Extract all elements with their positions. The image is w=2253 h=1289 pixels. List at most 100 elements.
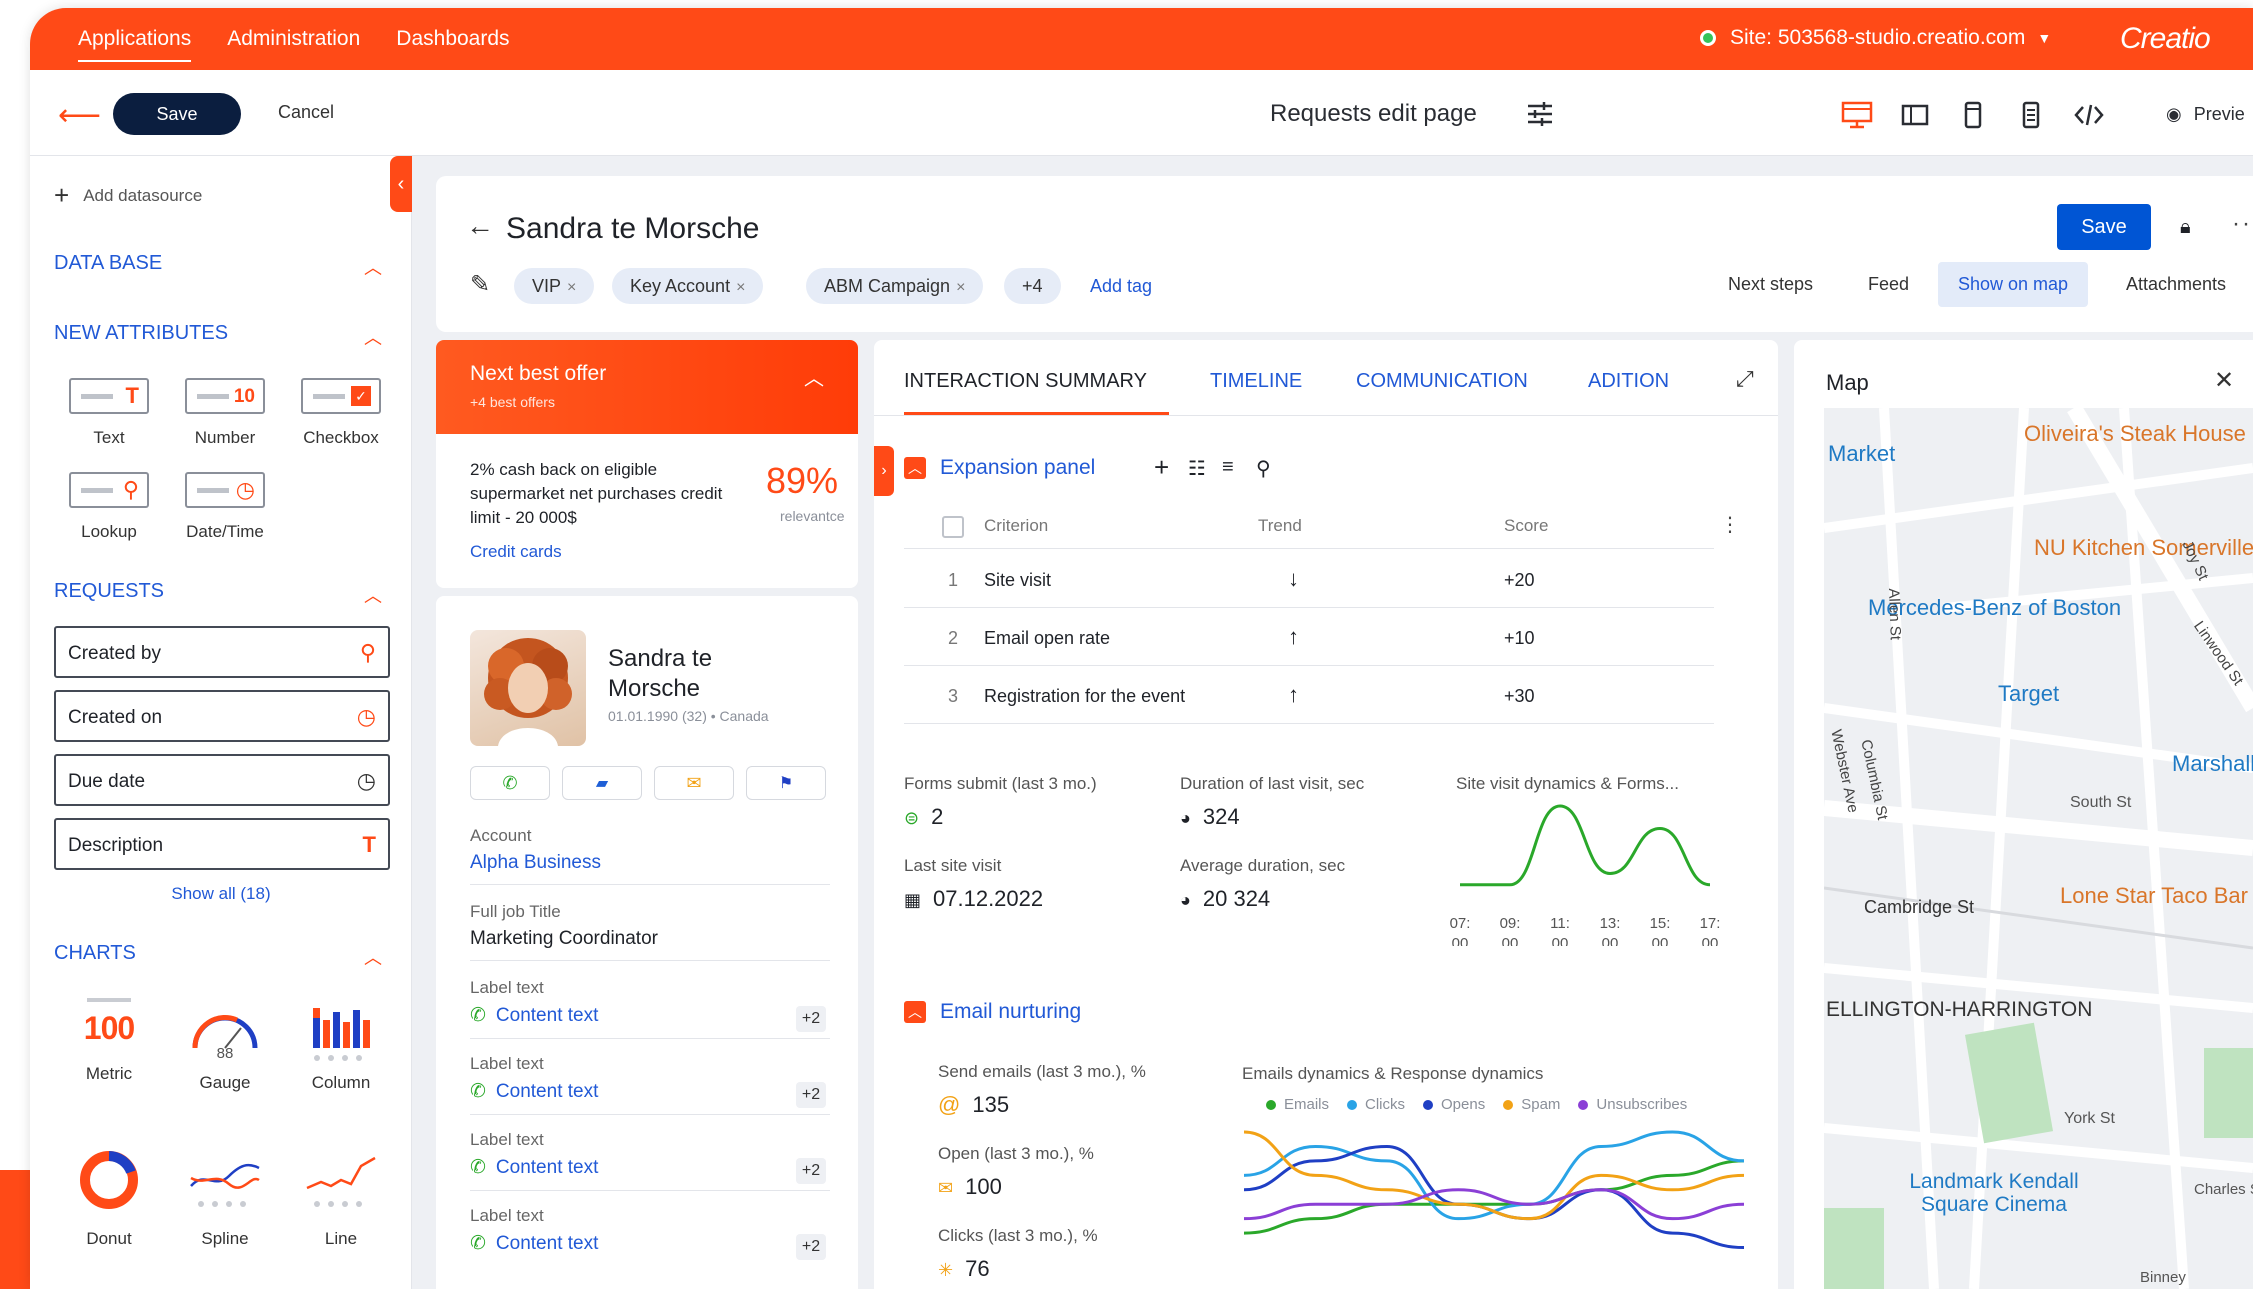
chart-line[interactable]: Line (286, 1146, 396, 1249)
sliders-icon[interactable] (1526, 100, 1554, 128)
nbo-header[interactable]: Next best offer +4 best offers ︿ (436, 340, 858, 434)
call-button[interactable]: ✆ (470, 766, 550, 800)
tag-vip[interactable]: VIP × (514, 268, 595, 304)
tab-feed[interactable]: Feed (1868, 274, 1909, 295)
email-button[interactable]: ✉ (654, 766, 734, 800)
attr-text[interactable]: T Text (54, 378, 164, 448)
cancel-button[interactable]: Cancel (246, 102, 366, 123)
tab-adition[interactable]: ADITION (1588, 370, 1669, 393)
expand-side-handle[interactable]: › (874, 446, 894, 496)
more-badge[interactable]: +2 (796, 1234, 826, 1260)
section-new-attributes[interactable]: NEW ATTRIBUTES (54, 322, 228, 345)
content-link[interactable]: ✆ Content text (470, 1004, 598, 1027)
account-link[interactable]: Alpha Business (470, 852, 601, 874)
chat-button[interactable]: ▰ (562, 766, 642, 800)
table-row[interactable]: 3 Registration for the event ↑ +30 (904, 666, 1714, 724)
desktop-view-icon[interactable] (1840, 98, 1874, 132)
chevron-up-icon[interactable]: ︿ (364, 582, 382, 608)
chevron-up-icon[interactable]: ︿ (364, 944, 382, 970)
back-arrow-icon[interactable]: ⟵ (58, 98, 101, 133)
select-all-checkbox[interactable] (942, 516, 964, 538)
map-view[interactable]: Oliveira's Steak House Market NU Kitchen S… (1824, 408, 2253, 1289)
expand-icon[interactable]: ⤢ (1736, 366, 1754, 392)
more-badge[interactable]: +2 (796, 1006, 826, 1032)
table-row[interactable]: 1 Site visit ↓ +20 (904, 550, 1714, 608)
content-link[interactable]: ✆ Content text (470, 1080, 598, 1103)
back-arrow-icon[interactable]: ← (466, 210, 494, 242)
col-trend[interactable]: Trend (1258, 516, 1302, 536)
col-criterion[interactable]: Criterion (984, 516, 1048, 536)
field-label: Description (68, 835, 164, 856)
nav-applications[interactable]: Applications (60, 8, 209, 70)
tablet-portrait-icon[interactable] (1956, 98, 1990, 132)
chart-metric[interactable]: 100 Metric (54, 998, 164, 1084)
attr-checkbox[interactable]: ✓ Checkbox (286, 378, 396, 448)
save-button[interactable]: Save (113, 93, 241, 135)
chevron-up-icon[interactable]: ︿ (804, 362, 824, 391)
record-save-button[interactable]: Save (2057, 204, 2151, 250)
tablet-landscape-icon[interactable] (1898, 98, 1932, 132)
pen-icon[interactable]: ✎ (470, 270, 490, 299)
tab-show-on-map[interactable]: Show on map (1938, 262, 2089, 307)
mobile-view-icon[interactable] (2014, 98, 2048, 132)
sliders-icon[interactable]: ☷ (1188, 456, 1206, 481)
more-options-icon[interactable]: ··· (2232, 210, 2253, 238)
nbo-subtitle: +4 best offers (470, 394, 555, 410)
field-due-date[interactable]: Due date ◷ (54, 754, 390, 806)
add-tag-link[interactable]: Add tag (1090, 276, 1152, 297)
content-link[interactable]: ✆ Content text (470, 1232, 598, 1255)
x-tick-label: 00 (1452, 935, 1469, 946)
chevron-up-icon[interactable]: ︿ (364, 254, 382, 280)
site-selector[interactable]: Site: 503568-studio.creatio.com ▼ (1700, 26, 2051, 50)
add-datasource-button[interactable]: + Add datasource (54, 180, 202, 211)
preview-button[interactable]: ◉ Previe (2166, 104, 2245, 125)
send-emails-value: @135 (938, 1092, 1010, 1117)
flag-button[interactable]: ⚑ (746, 766, 826, 800)
attr-datetime[interactable]: ◷ Date/Time (170, 472, 280, 542)
x-tick-label: 17: (1700, 915, 1720, 932)
tab-timeline[interactable]: TIMELINE (1210, 370, 1302, 393)
attr-number[interactable]: 10 Number (170, 378, 280, 448)
tag-more[interactable]: +4 (1004, 268, 1061, 304)
chart-spline[interactable]: Spline (170, 1146, 280, 1249)
nbo-link[interactable]: Credit cards (470, 542, 562, 562)
email-nurturing-title[interactable]: Email nurturing (940, 1000, 1081, 1024)
section-charts[interactable]: CHARTS (54, 942, 136, 965)
field-created-on[interactable]: Created on ◷ (54, 690, 390, 742)
plus-icon[interactable]: + (1154, 452, 1169, 483)
more-badge[interactable]: +2 (796, 1158, 826, 1184)
nav-administration[interactable]: Administration (209, 8, 378, 70)
more-vertical-icon[interactable]: ⋮ (1720, 512, 1740, 537)
tab-interaction-summary[interactable]: INTERACTION SUMMARY (904, 370, 1147, 393)
show-all-link[interactable]: Show all (18) (30, 884, 412, 904)
chart-donut[interactable]: Donut (54, 1146, 164, 1249)
close-icon: × (567, 279, 577, 296)
close-icon[interactable]: ✕ (2214, 366, 2234, 395)
expansion-panel-title[interactable]: Expansion panel (940, 456, 1095, 480)
content-link[interactable]: ✆ Content text (470, 1156, 598, 1179)
collapse-panel-icon[interactable]: ︿ (904, 457, 926, 479)
tab-communication[interactable]: COMMUNICATION (1356, 370, 1528, 393)
filter-icon[interactable]: ≡ (1222, 456, 1234, 479)
more-badge[interactable]: +2 (796, 1082, 826, 1108)
collapse-left-panel-button[interactable]: ‹ (390, 156, 412, 212)
table-row[interactable]: 2 Email open rate ↑ +10 (904, 608, 1714, 666)
tab-next-steps[interactable]: Next steps (1728, 274, 1813, 295)
tag-key-account[interactable]: Key Account × (612, 268, 764, 304)
nav-dashboards[interactable]: Dashboards (378, 8, 527, 70)
chart-gauge[interactable]: 88 Gauge (170, 998, 280, 1093)
field-created-by[interactable]: Created by ⚲ (54, 626, 390, 678)
tag-abm-campaign[interactable]: ABM Campaign × (806, 268, 984, 304)
tab-attachments[interactable]: Attachments (2126, 274, 2226, 295)
chart-column[interactable]: Column (286, 998, 396, 1093)
lock-icon[interactable]: 🔒︎ (2180, 216, 2191, 239)
col-score[interactable]: Score (1504, 516, 1548, 536)
attr-lookup[interactable]: ⚲ Lookup (54, 472, 164, 542)
search-icon[interactable]: ⚲ (1256, 456, 1271, 481)
collapse-panel-icon[interactable]: ︿ (904, 1001, 926, 1023)
section-database[interactable]: DATA BASE (54, 252, 162, 275)
field-description[interactable]: Description T (54, 818, 390, 870)
code-icon[interactable] (2072, 98, 2106, 132)
chevron-up-icon[interactable]: ︿ (364, 324, 382, 350)
section-requests[interactable]: REQUESTS (54, 580, 164, 603)
